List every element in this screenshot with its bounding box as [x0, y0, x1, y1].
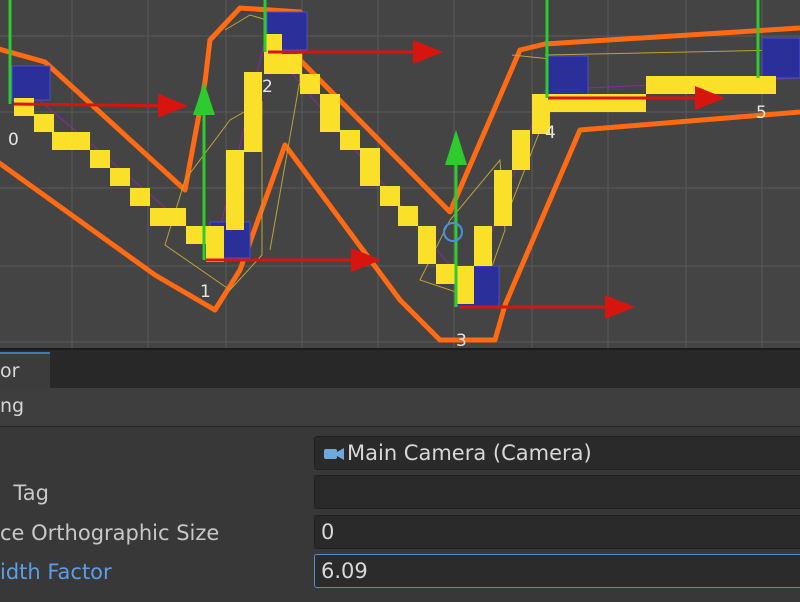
tab-inspector-label: or — [0, 360, 20, 382]
scene-view[interactable]: 0 1 2 3 4 5 — [0, 0, 800, 348]
point-label-0: 0 — [8, 130, 19, 150]
ortho-size-value: 0 — [321, 520, 335, 544]
point-label-5: 5 — [756, 103, 767, 123]
component-title: ng — [0, 395, 25, 417]
y-axis-lines — [8, 0, 760, 307]
camera-field-value: Main Camera (Camera) — [347, 441, 592, 465]
sorting-tag-label: Tag — [13, 481, 49, 505]
scene-canvas[interactable]: 0 1 2 3 4 5 — [0, 0, 800, 348]
sorting-tag-field[interactable] — [314, 475, 800, 509]
camera-icon — [324, 448, 344, 460]
point-label-4: 4 — [545, 123, 556, 143]
component-header[interactable]: ng — [0, 388, 800, 427]
point-label-2: 2 — [262, 77, 273, 97]
tab-inspector[interactable]: or — [0, 352, 50, 388]
point-label-3: 3 — [456, 331, 467, 348]
ortho-size-field[interactable]: 0 — [314, 515, 800, 549]
pixel-path — [14, 34, 776, 304]
tab-bar: or — [0, 350, 800, 388]
width-factor-field[interactable]: 6.09 — [314, 554, 800, 588]
camera-object-field[interactable]: Main Camera (Camera) — [314, 436, 800, 470]
width-factor-label: idth Factor — [0, 560, 112, 584]
width-factor-value: 6.09 — [321, 559, 368, 583]
y-arrow-head-3 — [445, 130, 467, 165]
y-arrow-head-1 — [193, 82, 215, 115]
inspector-panel: or ng Main Camera (Camera) Tag ce Orthog… — [0, 348, 800, 602]
ortho-size-label: ce Orthographic Size — [0, 521, 220, 545]
pivot-handle[interactable] — [443, 222, 463, 242]
handle-squares — [11, 11, 800, 307]
point-label-1: 1 — [200, 282, 211, 302]
